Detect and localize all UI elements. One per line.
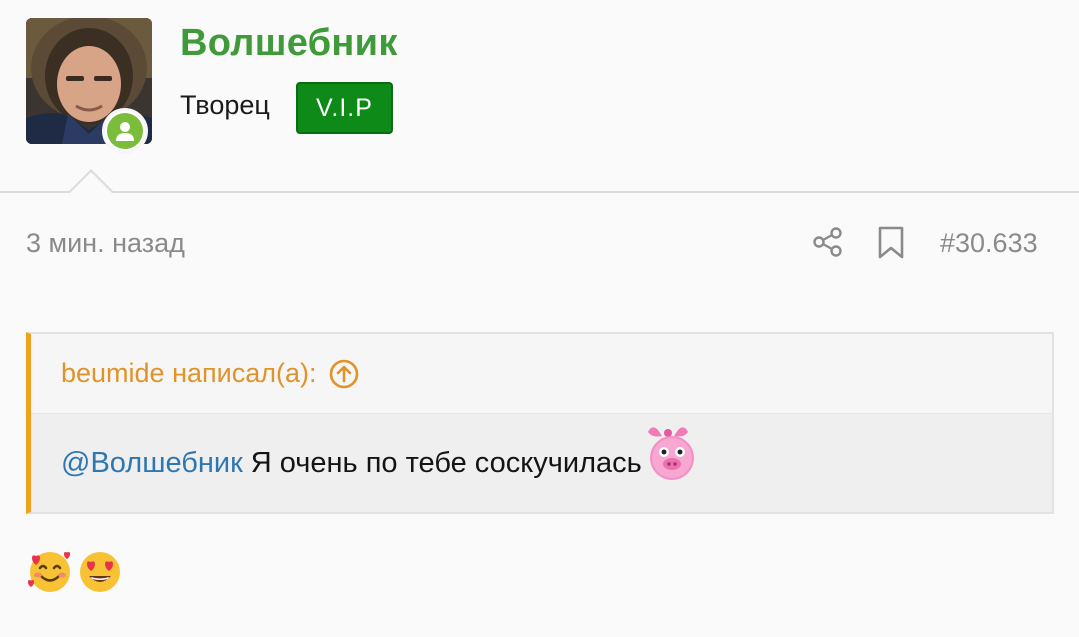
smiling-face-with-hearts-icon [28,552,70,592]
arrow-up-circle-icon[interactable] [328,358,360,390]
vip-badge: V.I.P [296,82,393,134]
username[interactable]: Волшебник [180,22,398,65]
post-header: Волшебник Творец V.I.P [0,0,1079,192]
quote-body: @Волшебник Я очень по тебе соскучилась [31,414,1052,512]
post-time[interactable]: 3 мин. назад [26,228,185,259]
online-status-badge [102,108,148,154]
header-caret-fill [69,172,113,194]
online-user-icon [107,113,143,149]
user-mention-link[interactable]: @Волшебник [61,447,243,480]
pink-pig-sticker-icon [647,427,694,480]
user-role: Творец [180,90,270,120]
bookmark-icon[interactable] [876,226,906,260]
heart-eyes-icon [80,552,120,592]
quote-header: beumide написал(а): [31,334,1052,414]
header-divider [0,191,1079,193]
post-number[interactable]: #30.633 [940,228,1038,259]
share-icon[interactable] [812,226,844,258]
reply-emojis [26,548,124,596]
quote-text: Я очень по тебе соскучилась [250,446,642,479]
quote-author[interactable]: beumide написал(а): [61,358,316,389]
quote-block: beumide написал(а): @Волшебник Я очень п… [26,332,1054,514]
